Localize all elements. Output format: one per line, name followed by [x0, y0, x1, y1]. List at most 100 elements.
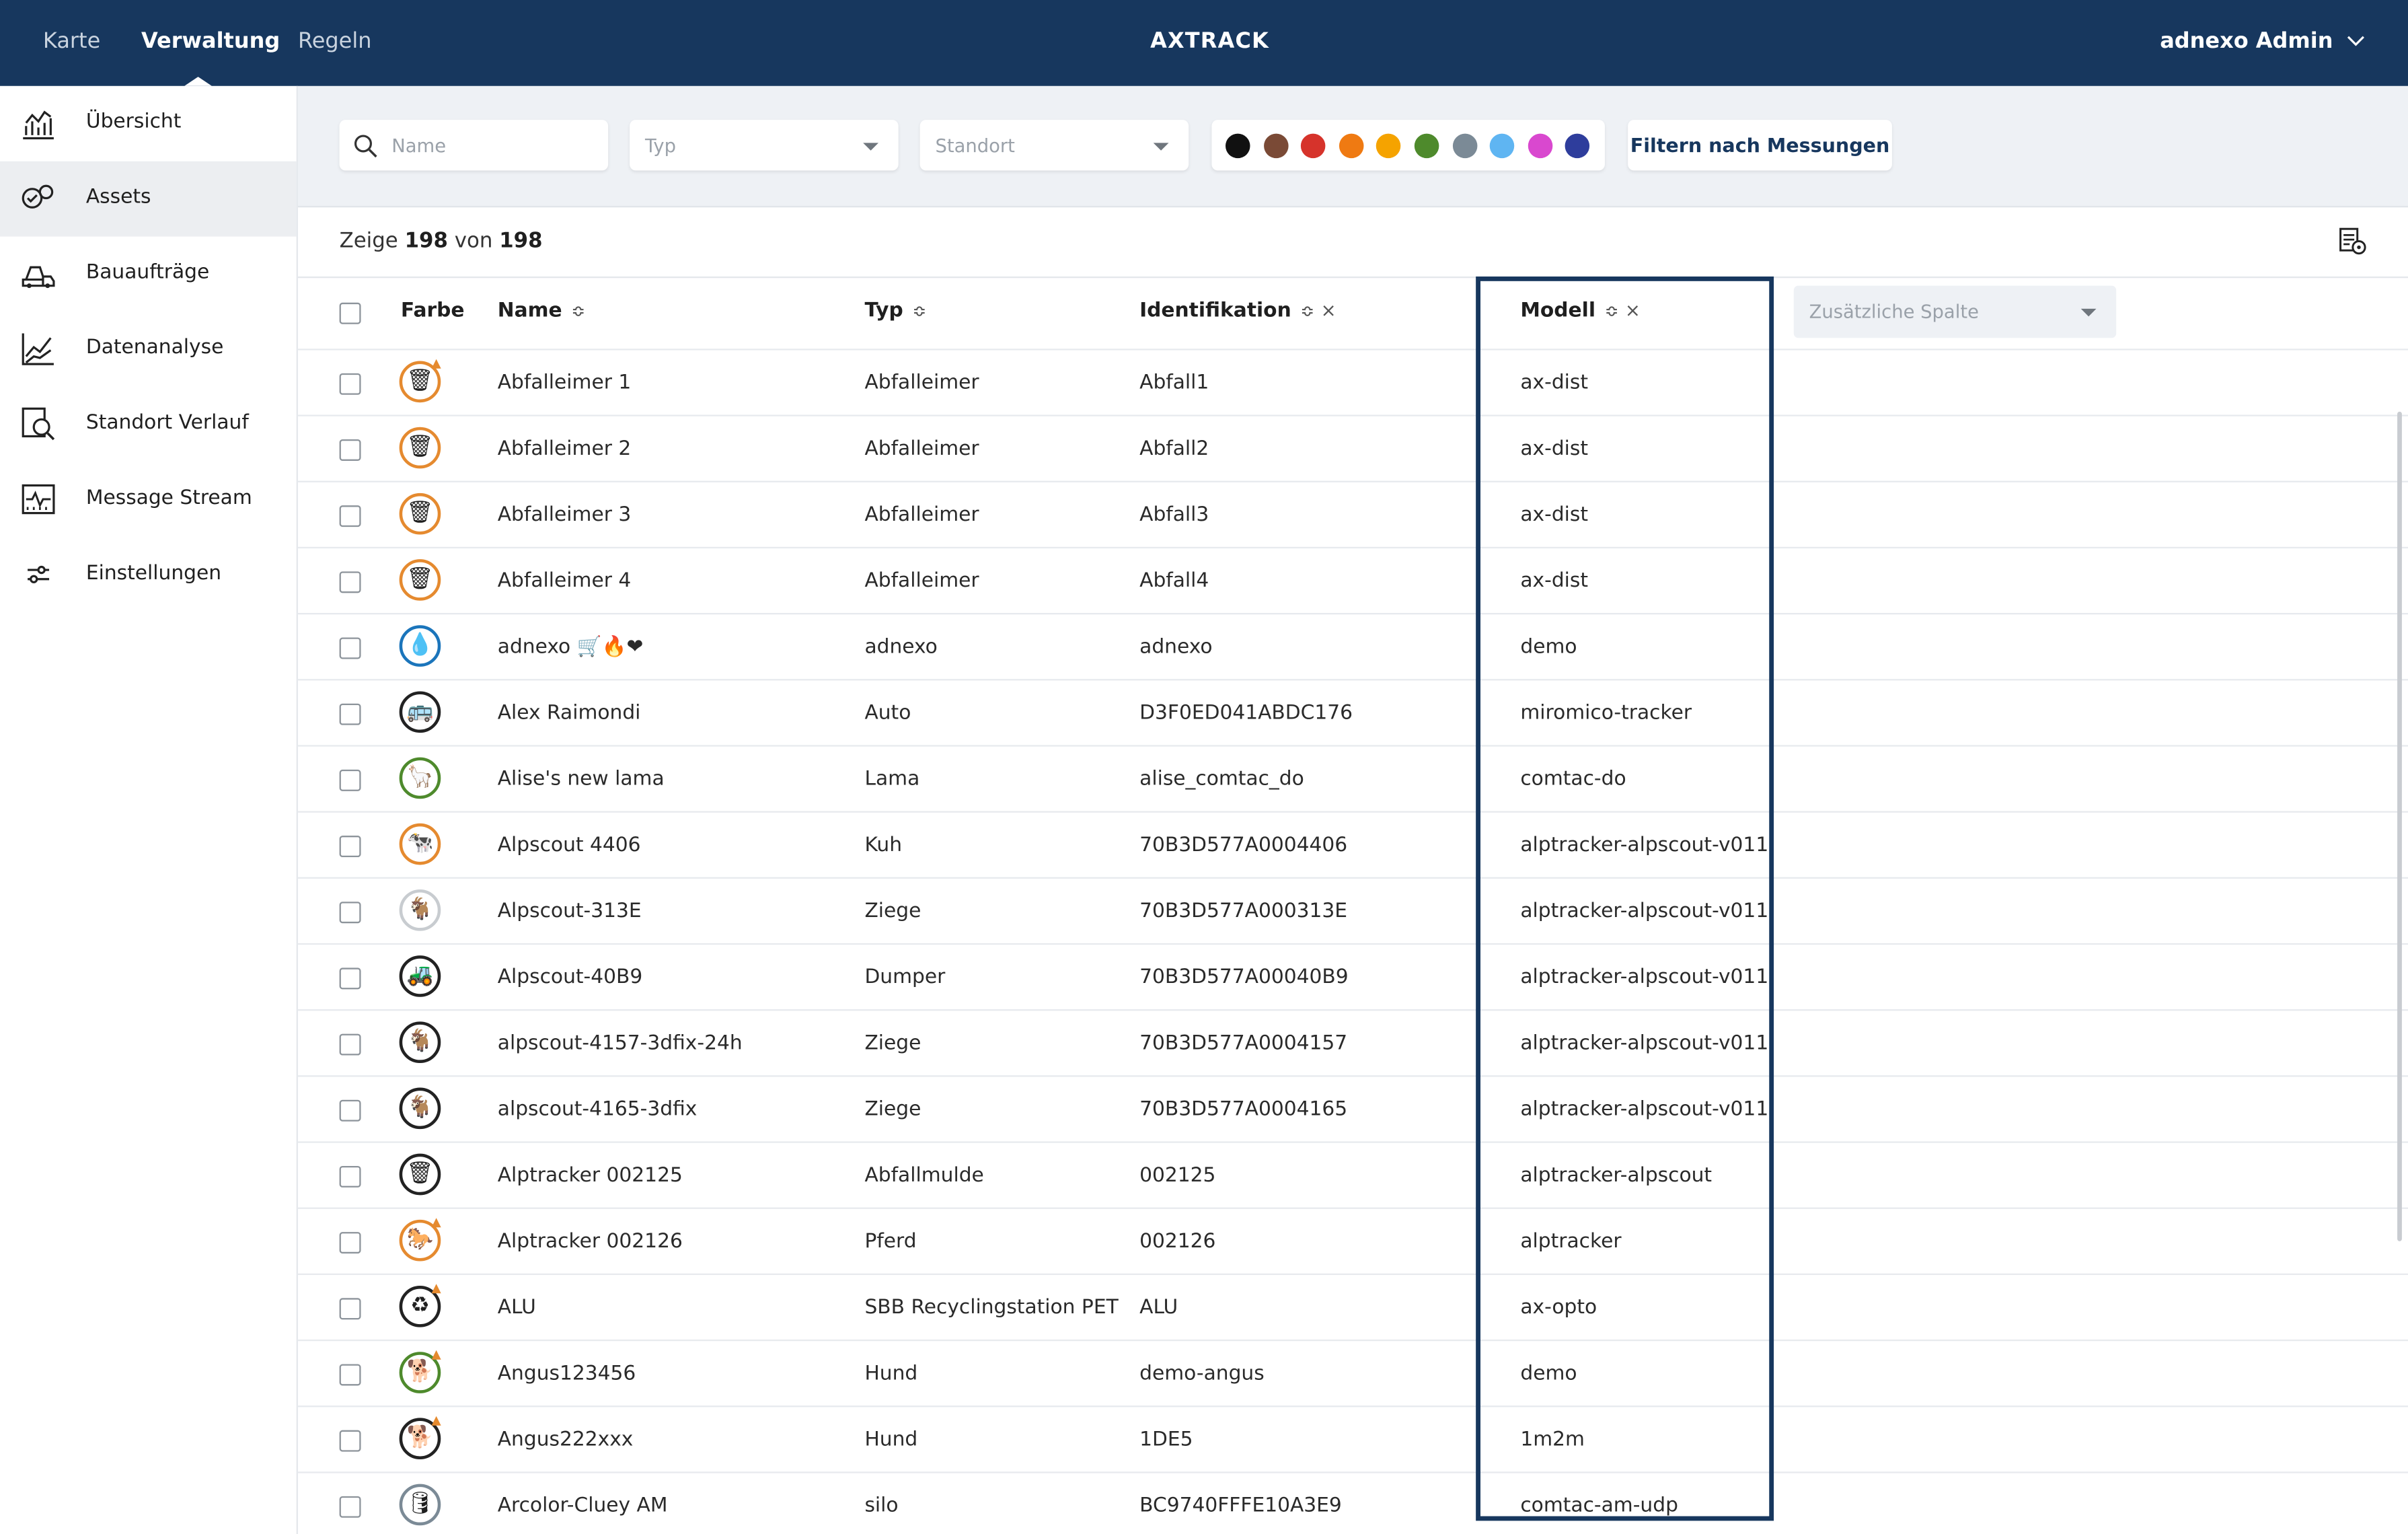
- color-filter: [1211, 120, 1605, 171]
- table-row[interactable]: 🗑 Abfalleimer 3 Abfalleimer Abfall3 ax-dist: [297, 480, 2408, 548]
- row-checkbox[interactable]: [339, 637, 361, 659]
- table-row[interactable]: 🐄 Alpscout 4406 Kuh 70B3D577A0004406 alptrac…: [297, 811, 2408, 879]
- sidebar-item-einstellungen[interactable]: Einstellungen: [0, 538, 297, 613]
- asset-avatar-icon: 🗑: [399, 427, 441, 469]
- asset-name[interactable]: Alpscout-313E: [498, 900, 642, 923]
- asset-name[interactable]: ALU: [498, 1296, 536, 1319]
- sidebar-item-assets[interactable]: Assets: [0, 161, 297, 237]
- row-checkbox[interactable]: [339, 1099, 361, 1122]
- row-checkbox[interactable]: [339, 1364, 361, 1386]
- asset-type: SBB Recyclingstation PET: [864, 1296, 1119, 1320]
- asset-name[interactable]: Alptracker 002125: [498, 1165, 683, 1188]
- row-checkbox[interactable]: [339, 505, 361, 527]
- asset-name[interactable]: alpscout-4165-3dfix: [498, 1098, 698, 1121]
- row-checkbox[interactable]: [339, 1033, 361, 1056]
- location-select[interactable]: Standort: [919, 120, 1189, 171]
- asset-name[interactable]: Abfalleimer 4: [498, 570, 631, 593]
- sidebar-item-standort-verlauf[interactable]: Standort Verlauf: [0, 387, 297, 462]
- row-checkbox[interactable]: [339, 967, 361, 990]
- color-swatch[interactable]: [1225, 133, 1250, 159]
- name-placeholder: Name: [391, 135, 447, 157]
- column-header-type[interactable]: Typ ≎: [864, 299, 926, 322]
- color-swatch[interactable]: [1490, 133, 1515, 159]
- asset-identification: 002126: [1139, 1230, 1216, 1254]
- export-settings-icon[interactable]: [2337, 226, 2368, 257]
- sort-icon[interactable]: ≎: [1300, 301, 1314, 322]
- row-checkbox[interactable]: [339, 1298, 361, 1320]
- row-checkbox[interactable]: [339, 1232, 361, 1254]
- color-swatch[interactable]: [1301, 133, 1326, 159]
- table-row[interactable]: 🛢 Arcolor-Cluey AM silo BC9740FFFE10A3E9 com…: [297, 1471, 2408, 1534]
- asset-identification: 002125: [1139, 1164, 1216, 1188]
- nav-regeln[interactable]: Regeln: [298, 29, 372, 54]
- asset-name[interactable]: alpscout-4157-3dfix-24h: [498, 1032, 743, 1055]
- sidebar-item-message-stream[interactable]: Message Stream: [0, 462, 297, 538]
- column-header-name[interactable]: Name ≎: [498, 299, 586, 322]
- sidebar-item-uebersicht[interactable]: Übersicht: [0, 86, 297, 161]
- row-checkbox[interactable]: [339, 373, 361, 395]
- asset-name[interactable]: Abfalleimer 1: [498, 372, 631, 395]
- scrollbar[interactable]: [2397, 411, 2402, 1241]
- asset-name[interactable]: Alpscout 4406: [498, 834, 641, 857]
- filter-by-measurements-button[interactable]: Filtern nach Messungen: [1628, 120, 1892, 171]
- table-row[interactable]: 🐐 alpscout-4165-3dfix Ziege 70B3D577A000416…: [297, 1075, 2408, 1142]
- additional-column-select[interactable]: Zusätzliche Spalte: [1793, 285, 2117, 338]
- sort-icon[interactable]: ≎: [571, 301, 585, 322]
- color-swatch[interactable]: [1452, 133, 1477, 159]
- table-row[interactable]: 🗑 Abfalleimer 4 Abfalleimer Abfall4 ax-dist: [297, 546, 2408, 614]
- table-row[interactable]: ♻ ALU SBB Recyclingstation PET ALU ax-opto ▲: [297, 1273, 2408, 1341]
- name-search-input[interactable]: Name: [339, 120, 609, 171]
- color-swatch[interactable]: [1376, 133, 1402, 159]
- row-checkbox[interactable]: [339, 836, 361, 858]
- asset-name[interactable]: Alise's new lama: [498, 768, 665, 791]
- row-checkbox[interactable]: [339, 1165, 361, 1188]
- table-row[interactable]: 🐕 Angus222xxx Hund 1DE5 1m2m ▲: [297, 1405, 2408, 1473]
- user-menu[interactable]: adnexo Admin: [2160, 29, 2365, 54]
- select-all-checkbox[interactable]: [339, 302, 361, 324]
- asset-name[interactable]: Arcolor-Cluey AM: [498, 1495, 668, 1518]
- asset-name[interactable]: Abfalleimer 2: [498, 438, 631, 461]
- asset-name[interactable]: Abfalleimer 3: [498, 504, 631, 527]
- table-row[interactable]: 🐐 Alpscout-313E Ziege 70B3D577A000313E alptr…: [297, 877, 2408, 945]
- asset-name[interactable]: Alex Raimondi: [498, 702, 641, 725]
- row-checkbox[interactable]: [339, 902, 361, 924]
- table-row[interactable]: 🗑 Abfalleimer 2 Abfalleimer Abfall2 ax-dist: [297, 414, 2408, 482]
- table-row[interactable]: 🚜 Alpscout-40B9 Dumper 70B3D577A00040B9 alpt…: [297, 943, 2408, 1011]
- row-checkbox[interactable]: [339, 1430, 361, 1452]
- row-checkbox[interactable]: [339, 769, 361, 791]
- color-swatch[interactable]: [1565, 133, 1591, 159]
- nav-verwaltung[interactable]: Verwaltung: [141, 29, 280, 54]
- asset-name[interactable]: Angus222xxx: [498, 1428, 634, 1451]
- asset-avatar-icon: 🐐: [399, 889, 441, 931]
- row-checkbox[interactable]: [339, 703, 361, 725]
- table-row[interactable]: 💧 adnexo 🛒🔥❤ adnexo adnexo demo: [297, 612, 2408, 680]
- sidebar-item-datenanalyse[interactable]: Datenanalyse: [0, 312, 297, 387]
- color-swatch[interactable]: [1263, 133, 1288, 159]
- asset-name[interactable]: adnexo 🛒🔥❤: [498, 636, 644, 659]
- table-row[interactable]: 🐎 Alptracker 002126 Pferd 002126 alptracker ▲: [297, 1207, 2408, 1275]
- table-row[interactable]: 🚌 Alex Raimondi Auto D3F0ED041ABDC176 miromi…: [297, 679, 2408, 746]
- table-row[interactable]: 🐐 alpscout-4157-3dfix-24h Ziege 70B3D577A00…: [297, 1009, 2408, 1076]
- asset-name[interactable]: Angus123456: [498, 1362, 636, 1385]
- app-logo[interactable]: AXTRACK: [1150, 29, 1269, 54]
- nav-karte[interactable]: Karte: [43, 29, 100, 54]
- asset-type: Ziege: [864, 900, 921, 924]
- table-row[interactable]: 🦙 Alise's new lama Lama alise_comtac_do comt…: [297, 745, 2408, 812]
- asset-name[interactable]: Alpscout-40B9: [498, 966, 643, 989]
- type-select[interactable]: Typ: [630, 120, 899, 171]
- row-checkbox[interactable]: [339, 1496, 361, 1518]
- color-swatch[interactable]: [1339, 133, 1364, 159]
- remove-column-icon[interactable]: ×: [1321, 299, 1337, 321]
- color-swatch[interactable]: [1528, 133, 1552, 159]
- color-swatch[interactable]: [1414, 133, 1439, 159]
- asset-name[interactable]: Alptracker 002126: [498, 1231, 683, 1253]
- sort-icon[interactable]: ≎: [912, 301, 926, 322]
- row-checkbox[interactable]: [339, 439, 361, 461]
- asset-type: Hund: [864, 1428, 918, 1452]
- table-row[interactable]: 🐕 Angus123456 Hund demo-angus demo ▲: [297, 1339, 2408, 1407]
- sidebar-item-bauauftraege[interactable]: Bauaufträge: [0, 237, 297, 312]
- column-header-identification[interactable]: Identifikation ≎ ×: [1139, 299, 1336, 322]
- row-checkbox[interactable]: [339, 571, 361, 593]
- table-row[interactable]: 🗑 Alptracker 002125 Abfallmulde 002125 alptr…: [297, 1141, 2408, 1208]
- table-row[interactable]: 🗑 Abfalleimer 1 Abfalleimer Abfall1 ax-dist ▲: [297, 349, 2408, 416]
